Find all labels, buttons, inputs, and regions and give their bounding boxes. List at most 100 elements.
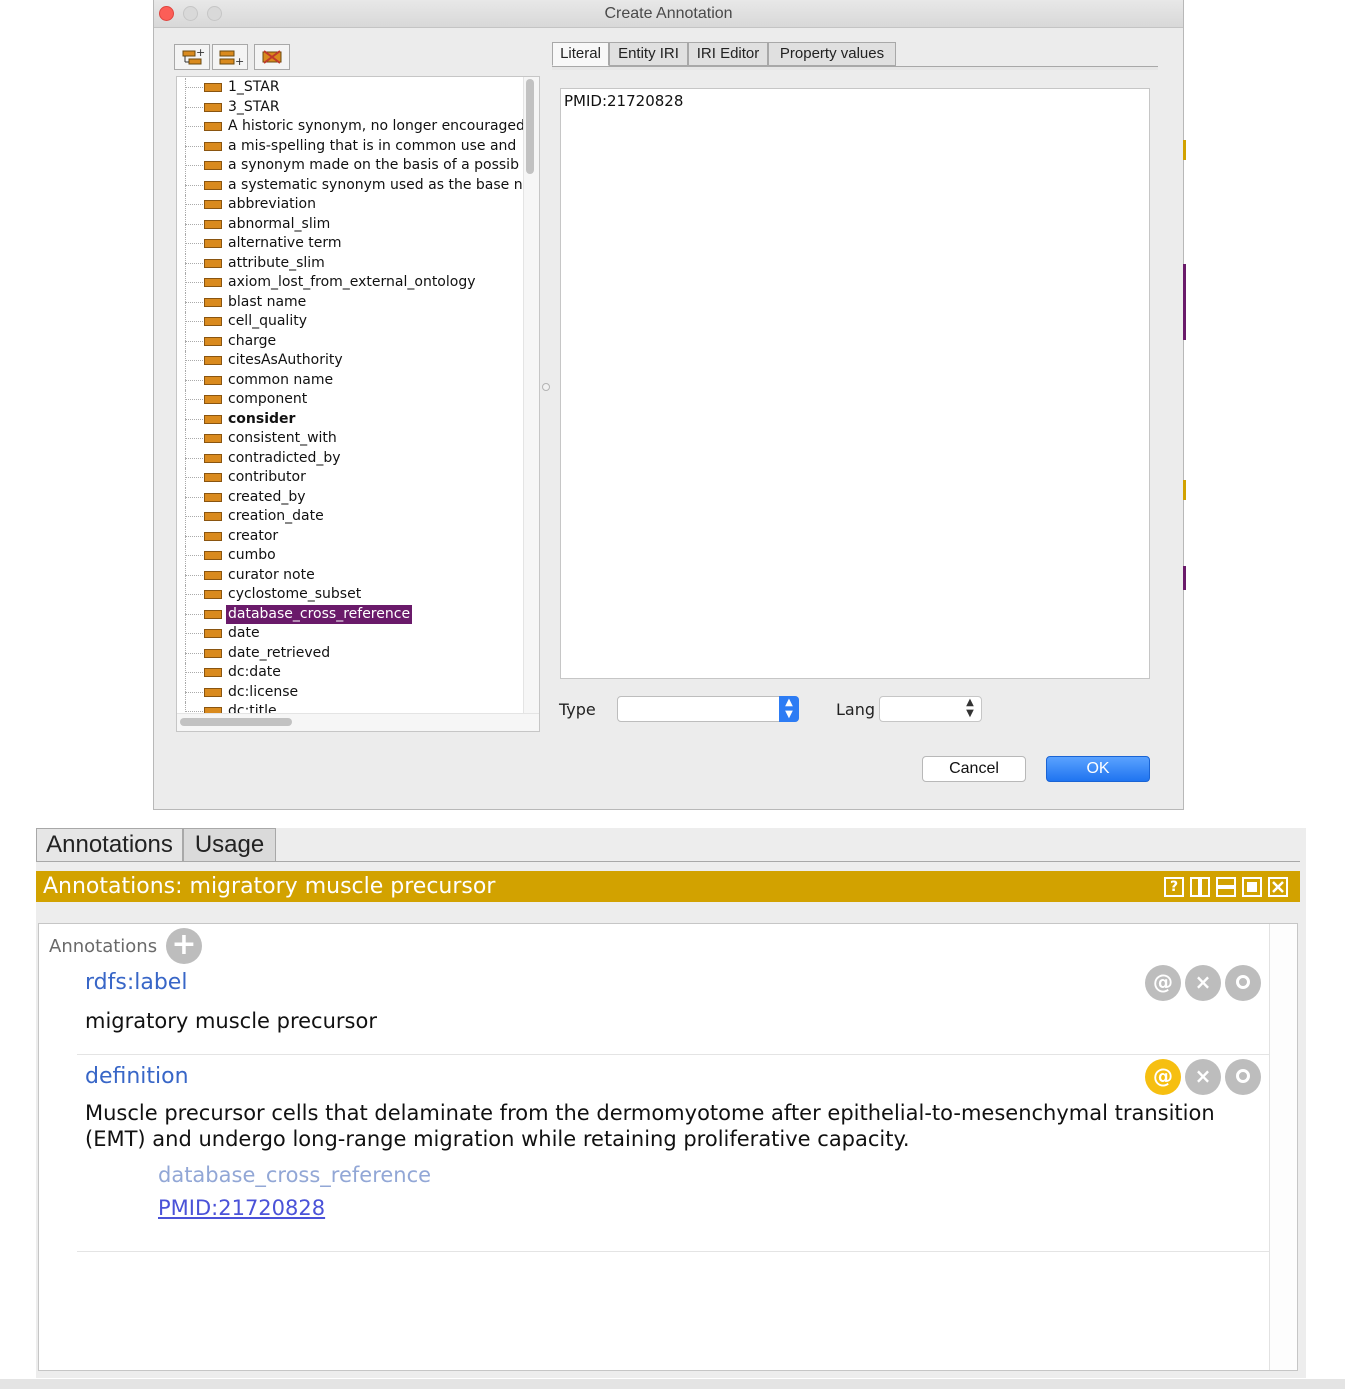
tab-usage[interactable]: Usage (183, 828, 276, 862)
tree-item[interactable]: cell_quality (177, 312, 523, 332)
tree-item[interactable]: common name (177, 370, 523, 390)
annotation-property-rdfs-label[interactable]: rdfs:label (85, 970, 187, 995)
tree-branch-line (185, 262, 203, 264)
tree-branch-line (185, 555, 203, 556)
tree-item-label: contributor (228, 469, 306, 485)
tree-item[interactable]: consider (177, 409, 523, 429)
tab-iri-editor[interactable]: IRI Editor (688, 42, 768, 66)
tree-item[interactable]: a mis-spelling that is in common use and (177, 136, 523, 156)
tree-item[interactable]: cumbo (177, 546, 523, 566)
annotation-property-definition[interactable]: definition (85, 1064, 189, 1089)
annotations-list: Annotations + rdfs:label migratory muscl… (38, 923, 1298, 1371)
annotation-property-icon (204, 609, 222, 619)
add-sibling-property-button[interactable]: + (212, 44, 248, 70)
annotation-property-icon (204, 473, 222, 482)
tree-item-label: consistent_with (228, 430, 337, 446)
tree-item[interactable]: abnormal_slim (177, 214, 523, 234)
tree-branch-line (185, 438, 203, 439)
add-annotation-button[interactable]: + (166, 928, 202, 964)
tree-item[interactable]: date_retrieved (177, 643, 523, 663)
tree-item[interactable]: A historic synonym, no longer encouraged (177, 117, 523, 137)
edit-annotation-button[interactable] (1225, 1059, 1261, 1095)
add-sibling-property-icon: + (219, 50, 244, 68)
tab-property-values[interactable]: Property values (768, 42, 896, 66)
annotation-property-icon (204, 141, 222, 151)
annotation-property-tree[interactable]: 1_STAR 3_STAR A historic synonym, no longe… (176, 76, 540, 732)
tree-item[interactable]: curator note (177, 565, 523, 585)
delete-property-button[interactable] (254, 44, 290, 70)
tree-item[interactable]: database_cross_reference (177, 604, 523, 624)
cancel-button[interactable]: Cancel (922, 756, 1026, 782)
tree-branch-line (185, 672, 203, 673)
tab-literal[interactable]: Literal (552, 42, 609, 66)
close-view-icon[interactable] (1268, 877, 1288, 897)
tree-item-label: A historic synonym, no longer encouraged (228, 118, 523, 134)
tree-item[interactable]: 3_STAR (177, 97, 523, 117)
annotation-value-definition: Muscle precursor cells that delaminate f… (85, 1101, 1215, 1151)
delete-annotation-button[interactable]: × (1185, 965, 1221, 1001)
split-pane-divider[interactable] (542, 383, 550, 391)
nested-annotation-value-link[interactable]: PMID:21720828 (158, 1196, 325, 1220)
tree-item[interactable]: dc:title (177, 702, 523, 713)
tree-branch-line (185, 516, 203, 517)
tree-item[interactable]: created_by (177, 487, 523, 507)
tree-horizontal-scroll-thumb[interactable] (180, 718, 292, 726)
lang-stepper-icon[interactable]: ▲ ▼ (960, 697, 980, 721)
tree-item[interactable]: abbreviation (177, 195, 523, 215)
annotate-annotation-button[interactable]: @ (1145, 965, 1181, 1001)
annotations-scrollbar[interactable] (1269, 924, 1297, 1370)
nested-annotation-property[interactable]: database_cross_reference (158, 1163, 431, 1187)
tree-item[interactable]: dc:license (177, 682, 523, 702)
tree-item[interactable]: alternative term (177, 234, 523, 254)
tree-branch-line (185, 535, 203, 537)
row-divider (77, 1251, 1269, 1252)
annotate-annotation-button-active[interactable]: @ (1145, 1059, 1181, 1095)
tree-item[interactable]: dc:date (177, 663, 523, 683)
tree-item[interactable]: component (177, 390, 523, 410)
tab-entity-iri[interactable]: Entity IRI (609, 42, 688, 66)
annotation-property-icon (204, 356, 222, 365)
edit-annotation-button[interactable] (1225, 965, 1261, 1001)
window-close-button[interactable] (159, 6, 174, 21)
split-vertical-icon[interactable] (1190, 877, 1210, 897)
window-minimize-button[interactable] (183, 6, 198, 21)
type-dropdown-arrows-icon[interactable]: ▲ ▼ (779, 696, 799, 722)
tree-item[interactable]: creation_date (177, 507, 523, 527)
tree-item[interactable]: a synonym made on the basis of a possib (177, 156, 523, 176)
annotation-property-icon (204, 336, 222, 346)
tree-item[interactable]: attribute_slim (177, 253, 523, 273)
tree-vertical-scroll-thumb[interactable] (526, 79, 534, 174)
annotation-property-icon (204, 239, 222, 248)
tree-branch-line (185, 340, 203, 342)
annotation-property-icon (204, 648, 222, 658)
tree-item[interactable]: contributor (177, 468, 523, 488)
add-sub-property-button[interactable]: + (174, 44, 210, 70)
split-horizontal-icon[interactable] (1216, 877, 1236, 897)
tree-branch-line (185, 87, 203, 88)
tree-item[interactable]: 1_STAR (177, 78, 523, 98)
tree-item[interactable]: citesAsAuthority (177, 351, 523, 371)
tree-branch-line (185, 379, 203, 381)
tree-item-label: cyclostome_subset (228, 586, 362, 602)
ok-button[interactable]: OK (1046, 756, 1150, 782)
tree-item[interactable]: creator (177, 526, 523, 546)
tree-item[interactable]: charge (177, 331, 523, 351)
tree-item[interactable]: contradicted_by (177, 448, 523, 468)
annotation-property-icon (204, 590, 222, 599)
tree-item[interactable]: cyclostome_subset (177, 585, 523, 605)
tree-branch-line (185, 106, 203, 108)
tree-branch-line (185, 204, 203, 205)
delete-annotation-button[interactable]: × (1185, 1059, 1221, 1095)
delete-property-icon (262, 50, 282, 64)
tree-item[interactable]: blast name (177, 292, 523, 312)
window-zoom-button[interactable] (207, 6, 222, 21)
help-icon[interactable]: ? (1164, 877, 1184, 897)
tree-item[interactable]: axiom_lost_from_external_ontology (177, 273, 523, 293)
tree-item[interactable]: consistent_with (177, 429, 523, 449)
tree-item[interactable]: a systematic synonym used as the base na (177, 175, 523, 195)
tab-annotations[interactable]: Annotations (36, 828, 183, 862)
maximize-icon[interactable] (1242, 877, 1262, 897)
type-combobox[interactable] (617, 696, 799, 722)
literal-value-textarea[interactable]: PMID:21720828 (560, 88, 1150, 679)
tree-item[interactable]: date (177, 624, 523, 644)
